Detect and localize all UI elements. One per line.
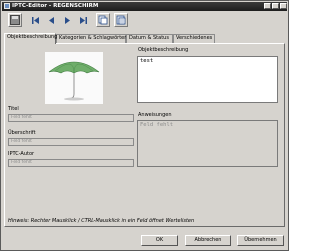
toolbar: [2, 12, 287, 29]
iptc-autor-field[interactable]: Feld fehlt: [8, 159, 134, 167]
titel-label: Titel: [8, 106, 19, 112]
tab-objektbeschreibung[interactable]: Objektbeschreibung: [4, 33, 57, 44]
next-record-button[interactable]: [60, 13, 74, 27]
ueberschrift-label: Überschrift: [8, 130, 36, 136]
close-icon[interactable]: [280, 3, 287, 9]
tab-kategorien-schlagwoerter[interactable]: Kategorien & Schlagwörter: [56, 34, 126, 43]
window-title: IPTC-Editor - REGENSCHIRM: [12, 3, 99, 9]
image-thumbnail: [45, 52, 103, 104]
copy-button[interactable]: [96, 13, 110, 27]
apply-button[interactable]: Übernehmen: [237, 235, 284, 246]
app-icon: [4, 3, 10, 9]
paste-button[interactable]: [114, 13, 128, 27]
cancel-button[interactable]: Abbrechen: [185, 235, 231, 246]
minimize-icon[interactable]: [264, 3, 271, 9]
last-icon: [79, 16, 87, 24]
ok-button[interactable]: OK: [141, 235, 178, 246]
first-icon: [31, 16, 39, 24]
ueberschrift-field[interactable]: Feld fehlt: [8, 138, 134, 146]
first-record-button[interactable]: [28, 13, 42, 27]
titel-field[interactable]: Feld fehlt: [8, 114, 134, 122]
maximize-icon[interactable]: [272, 3, 279, 9]
anweisungen-label: Anweisungen: [138, 112, 172, 118]
anweisungen-textarea[interactable]: Feld fehlt: [137, 120, 278, 167]
tab-datum-status[interactable]: Datum & Status: [126, 34, 173, 43]
next-icon: [64, 16, 70, 24]
paste-icon: [116, 15, 126, 25]
hint-text: Hinweis: Rechter Mausklick / CTRL-Mauskl…: [8, 218, 195, 224]
previous-icon: [48, 16, 54, 24]
tab-verschiedenes[interactable]: Verschiedenes: [173, 34, 215, 43]
objektbeschreibung-label: Objektbeschreibung: [138, 47, 189, 53]
save-icon: [10, 15, 20, 25]
last-record-button[interactable]: [76, 13, 90, 27]
title-bar[interactable]: IPTC-Editor - REGENSCHIRM: [2, 2, 287, 11]
iptc-editor-window: IPTC-Editor - REGENSCHIRM Objektbeschrei…: [0, 0, 289, 251]
objektbeschreibung-textarea[interactable]: test: [137, 56, 278, 103]
iptc-autor-label: IPTC-Autor: [8, 151, 35, 157]
previous-record-button[interactable]: [44, 13, 58, 27]
save-button[interactable]: [8, 13, 22, 27]
copy-icon: [98, 15, 108, 25]
